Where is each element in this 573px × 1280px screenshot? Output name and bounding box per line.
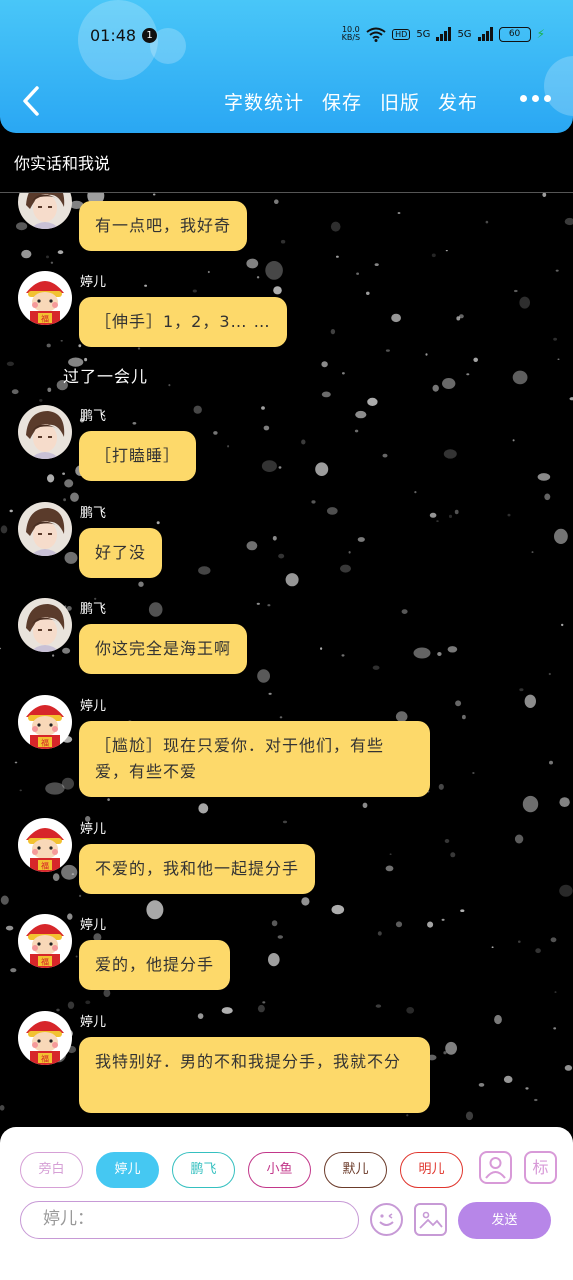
network-speed: 10.0 KB/S [341,25,361,42]
back-arrow-icon[interactable] [18,84,48,118]
role-chip-narrator[interactable]: 旁白 [20,1152,83,1188]
clock: 01:48 [90,26,137,45]
message-bubble[interactable]: ［打瞌睡］ [79,431,197,481]
message-bubble[interactable]: ［伸手］1，2，3… … [79,297,287,347]
message-input[interactable]: 婷儿： [20,1201,359,1239]
save-button[interactable]: 保存 [322,88,362,115]
message-bubble[interactable]: 好了没 [79,528,163,578]
avatar[interactable]: 福 [18,695,72,749]
battery-icon: 60 [498,26,531,42]
message-list[interactable]: 有一点吧，我好奇 福 婷儿 ［伸手］1，2，3… … 过了一会儿 鹏飞 ［打瞌睡… [0,193,573,1128]
speaker-name: 鹏飞 [80,409,107,424]
signal-icon [477,27,493,41]
svg-text:福: 福 [41,315,49,324]
more-options-icon[interactable] [520,95,551,102]
message-bubble[interactable]: 有一点吧，我好奇 [79,201,248,251]
avatar[interactable] [18,405,72,459]
svg-text:福: 福 [41,862,49,871]
image-icon[interactable] [414,1203,447,1236]
svg-text:福: 福 [41,1055,49,1064]
chat-title: 你实话和我说 [14,154,111,173]
message-bubble[interactable]: ［尴尬］现在只爱你．对于他们，有些爱，有些不爱 [79,721,430,797]
hd-icon: HD [392,28,411,40]
avatar[interactable]: 福 [18,914,72,968]
speaker-name: 鹏飞 [80,602,107,617]
tag-icon[interactable]: 标 [524,1151,557,1184]
svg-text:福: 福 [41,958,49,967]
message-bubble[interactable]: 你这完全是海王啊 [79,624,248,674]
narration-text[interactable]: 过了一会儿 [63,363,148,387]
role-chip-minger[interactable]: 明儿 [400,1152,463,1188]
speaker-name: 婷儿 [80,699,107,714]
person-icon[interactable] [479,1151,512,1184]
publish-button[interactable]: 发布 [438,88,478,115]
avatar[interactable]: 福 [18,818,72,872]
notification-badge: 1 [142,28,157,43]
speaker-name: 婷儿 [80,918,107,933]
emoji-icon[interactable] [370,1203,403,1236]
send-button[interactable]: 发送 [458,1202,551,1239]
role-chip-tinger[interactable]: 婷儿 [96,1152,159,1188]
toolbar-actions: 字数统计 保存 旧版 发布 [224,88,478,115]
word-count-button[interactable]: 字数统计 [224,88,304,115]
message-bubble[interactable]: 不爱的，我和他一起提分手 [79,844,316,894]
app-header: 01:48 1 10.0 KB/S HD 5G 5G 60 ⚡ 字数统计 保存 … [0,0,573,133]
charging-icon: ⚡ [536,27,545,41]
old-version-button[interactable]: 旧版 [380,88,420,115]
avatar[interactable] [18,598,72,652]
speaker-name: 鹏飞 [80,506,107,521]
role-chip-moer[interactable]: 默儿 [324,1152,387,1188]
sim1-label: 5G [416,28,431,40]
role-chip-xiaoyu[interactable]: 小鱼 [248,1152,311,1188]
message-bubble[interactable]: 爱的，他提分手 [79,940,231,990]
avatar[interactable] [18,502,72,556]
status-bar: 01:48 1 10.0 KB/S HD 5G 5G 60 ⚡ [0,20,573,54]
message-bubble[interactable]: 我特别好．男的不和我提分手，我就不分 [79,1037,430,1113]
toolbar: 字数统计 保存 旧版 发布 [0,78,573,126]
role-chip-pengfei[interactable]: 鹏飞 [172,1152,235,1188]
wifi-icon [366,27,386,42]
role-selector: 旁白 婷儿 鹏飞 小鱼 默儿 明儿 [20,1152,463,1188]
svg-text:福: 福 [41,739,49,748]
status-icons: 10.0 KB/S HD 5G 5G 60 ⚡ [342,26,545,42]
input-panel: 旁白 婷儿 鹏飞 小鱼 默儿 明儿 标 婷儿： 发送 [0,1127,573,1280]
sim2-label: 5G [457,28,472,40]
avatar[interactable]: 福 [18,271,72,325]
avatar[interactable]: 福 [18,1011,72,1065]
speaker-name: 婷儿 [80,1015,107,1030]
speaker-name: 婷儿 [80,822,107,837]
signal-icon [436,27,452,41]
speaker-name: 婷儿 [80,275,107,290]
